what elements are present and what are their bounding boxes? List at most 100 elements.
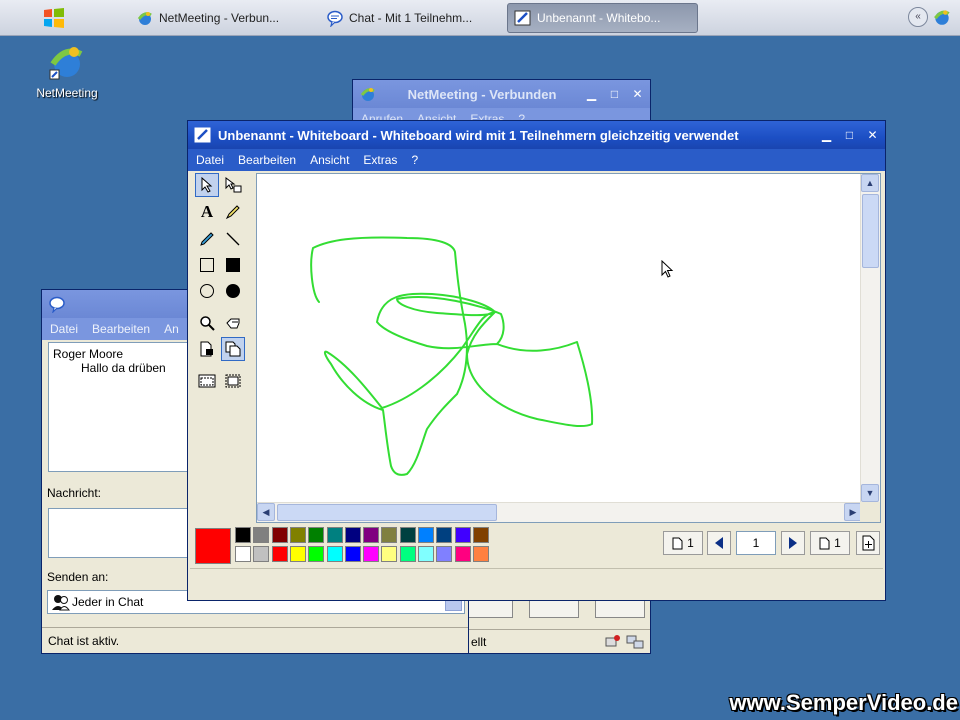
netmeeting-icon xyxy=(360,88,375,101)
windows-logo-icon xyxy=(44,8,64,28)
color-swatch[interactable] xyxy=(308,546,325,562)
first-page-button[interactable]: 1 xyxy=(663,531,703,555)
close-button[interactable]: ✕ xyxy=(627,84,648,105)
color-swatch[interactable] xyxy=(289,546,306,562)
netmeeting-button[interactable] xyxy=(529,598,579,618)
color-swatch[interactable] xyxy=(454,527,471,543)
text-tool-button[interactable]: A xyxy=(195,200,219,224)
page-sorter-tool-button[interactable] xyxy=(221,337,245,361)
pen-tool-button[interactable] xyxy=(195,227,219,251)
people-icon xyxy=(52,595,70,611)
whiteboard-title: Unbenannt - Whiteboard - Whiteboard wird… xyxy=(218,127,739,143)
color-swatch[interactable] xyxy=(436,527,453,543)
show-hidden-icons-button[interactable]: « xyxy=(908,7,928,27)
synchronize-tool-button[interactable] xyxy=(195,337,219,361)
color-swatch[interactable] xyxy=(235,546,251,562)
menu-bearbeiten[interactable]: Bearbeiten xyxy=(92,322,150,336)
minimize-button[interactable]: ▁ xyxy=(581,84,602,105)
color-swatch[interactable] xyxy=(399,527,416,543)
menu-datei[interactable]: Datei xyxy=(196,153,224,167)
netmeeting-titlebar[interactable]: NetMeeting - Verbunden ▁ □ ✕ xyxy=(353,80,650,108)
ink-drawing xyxy=(310,236,594,476)
horizontal-scrollbar[interactable]: ◀ ▶ xyxy=(257,502,862,522)
filled-ellipse-tool-button[interactable] xyxy=(221,279,245,303)
netmeeting-tray-icon[interactable] xyxy=(932,7,952,27)
menu-extras[interactable]: Extras xyxy=(363,153,397,167)
select-window-tool-button[interactable] xyxy=(221,369,245,393)
remote-pointer-tool-button[interactable] xyxy=(221,173,245,197)
insert-page-button[interactable] xyxy=(856,531,880,555)
color-swatch[interactable] xyxy=(344,546,361,562)
maximize-button[interactable]: □ xyxy=(604,84,625,105)
color-swatch[interactable] xyxy=(253,527,270,543)
color-swatch[interactable] xyxy=(363,527,380,543)
netmeeting-button[interactable] xyxy=(595,598,645,618)
page-number-input[interactable]: 1 xyxy=(736,531,776,555)
select-tool-button[interactable] xyxy=(195,173,219,197)
close-button[interactable]: ✕ xyxy=(862,125,883,146)
color-swatch[interactable] xyxy=(326,527,343,543)
filled-rectangle-tool-button[interactable] xyxy=(221,253,245,277)
color-swatch[interactable] xyxy=(472,527,489,543)
whiteboard-menubar: Datei Bearbeiten Ansicht Extras ? xyxy=(188,149,885,171)
color-swatch[interactable] xyxy=(418,527,434,543)
color-swatch[interactable] xyxy=(308,527,325,543)
color-swatch[interactable] xyxy=(381,527,398,543)
lock-contents-tool-button[interactable] xyxy=(221,311,245,335)
line-tool-button[interactable] xyxy=(221,227,245,251)
magnifier-icon xyxy=(200,316,215,331)
zoom-tool-button[interactable] xyxy=(195,311,219,335)
next-page-button[interactable] xyxy=(781,531,805,555)
taskbar-item-label: Chat - Mit 1 Teilnehm... xyxy=(349,11,473,25)
whiteboard-canvas[interactable]: ▲ ▼ ◀ ▶ xyxy=(256,173,881,523)
vertical-scrollbar[interactable]: ▲ ▼ xyxy=(860,174,880,502)
menu-help[interactable]: ? xyxy=(411,153,418,167)
color-swatch[interactable] xyxy=(253,546,270,562)
message-label: Nachricht: xyxy=(47,486,102,500)
previous-page-button[interactable] xyxy=(707,531,731,555)
chat-status-text: Chat ist aktiv. xyxy=(48,633,120,648)
color-swatch[interactable] xyxy=(436,546,453,562)
color-swatch[interactable] xyxy=(326,546,343,562)
taskbar-item-chat[interactable]: Chat - Mit 1 Teilnehm... xyxy=(320,3,500,33)
select-area-tool-button[interactable] xyxy=(195,369,219,393)
color-swatch[interactable] xyxy=(381,546,398,562)
netmeeting-button[interactable] xyxy=(463,598,513,618)
taskbar-item-whiteboard[interactable]: Unbenannt - Whitebo... xyxy=(507,3,698,33)
netmeeting-button-row xyxy=(463,598,645,618)
last-page-button[interactable]: 1 xyxy=(810,531,850,555)
menu-ansicht[interactable]: Ansicht xyxy=(310,153,349,167)
color-swatch[interactable] xyxy=(454,546,471,562)
rectangle-tool-button[interactable] xyxy=(195,253,219,277)
horizontal-scroll-thumb[interactable] xyxy=(277,504,497,521)
status-network-icon xyxy=(605,635,620,647)
menu-datei[interactable]: Datei xyxy=(50,322,78,336)
taskbar-item-netmeeting[interactable]: NetMeeting - Verbun... xyxy=(130,3,310,33)
menu-ansicht[interactable]: An xyxy=(164,322,179,336)
start-button[interactable] xyxy=(38,6,70,30)
scroll-left-button[interactable]: ◀ xyxy=(257,503,275,521)
highlighter-tool-button[interactable] xyxy=(221,200,245,224)
chat-bubble-icon xyxy=(327,10,343,27)
ellipse-tool-button[interactable] xyxy=(195,279,219,303)
minimize-button[interactable]: ▁ xyxy=(816,125,837,146)
color-swatch[interactable] xyxy=(289,527,306,543)
color-swatch[interactable] xyxy=(235,527,251,543)
whiteboard-titlebar[interactable]: Unbenannt - Whiteboard - Whiteboard wird… xyxy=(188,121,885,149)
whiteboard-statusbar xyxy=(190,568,883,598)
scroll-down-button[interactable]: ▼ xyxy=(861,484,879,502)
scroll-up-button[interactable]: ▲ xyxy=(861,174,879,192)
color-swatch[interactable] xyxy=(363,546,380,562)
maximize-button[interactable]: □ xyxy=(839,125,860,146)
color-swatch[interactable] xyxy=(418,546,434,562)
ellipse-outline-icon xyxy=(200,284,214,298)
color-swatch[interactable] xyxy=(271,546,288,562)
desktop-icon-netmeeting[interactable]: NetMeeting xyxy=(26,42,108,100)
color-swatch[interactable] xyxy=(472,546,489,562)
vertical-scroll-thumb[interactable] xyxy=(862,194,879,268)
triangle-left-icon xyxy=(715,537,723,549)
menu-bearbeiten[interactable]: Bearbeiten xyxy=(238,153,296,167)
color-swatch[interactable] xyxy=(271,527,288,543)
color-swatch[interactable] xyxy=(399,546,416,562)
color-swatch[interactable] xyxy=(344,527,361,543)
